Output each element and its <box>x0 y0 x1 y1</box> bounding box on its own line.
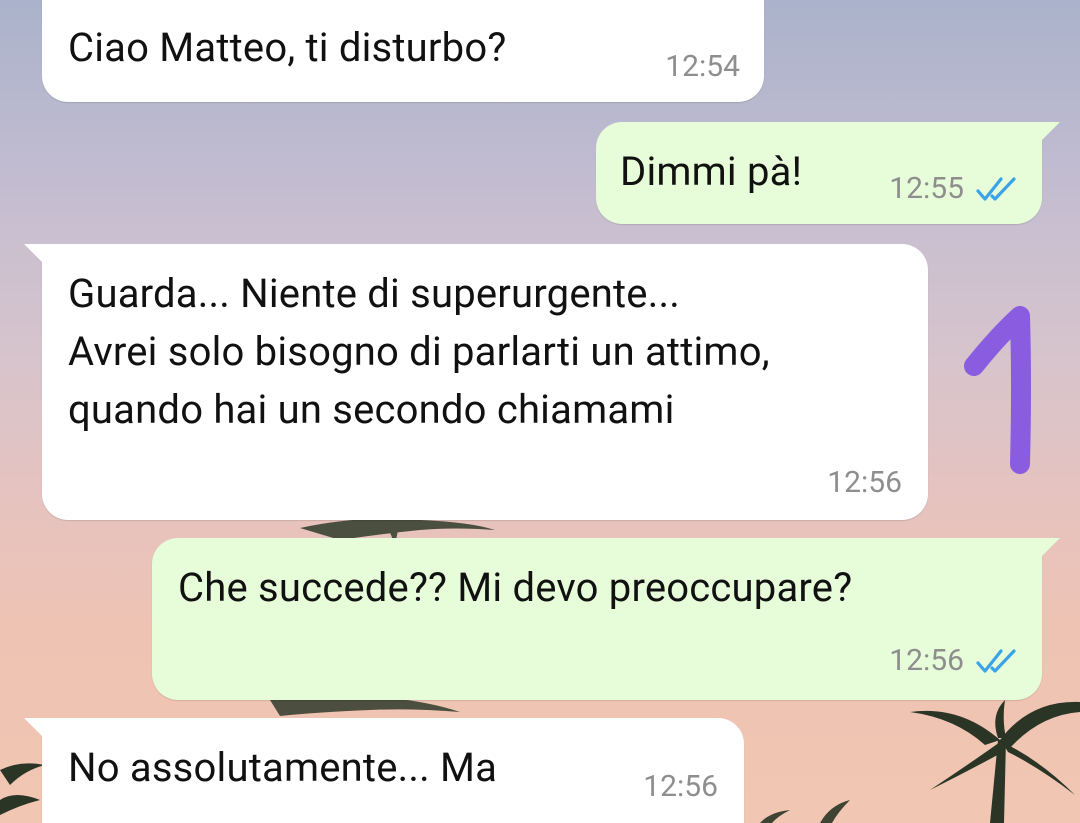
message-meta: 12:56 <box>827 466 902 500</box>
message-text: Dimmi pà! <box>620 148 803 195</box>
message-text: No assolutamente... Ma <box>68 744 498 791</box>
message-bubble-incoming[interactable]: No assolutamente... Ma 12:56 <box>24 718 744 823</box>
bubble-tail <box>24 718 46 740</box>
double-check-icon <box>976 177 1016 201</box>
annotation-number-one: 1 <box>964 306 1031 474</box>
chat-conversation: Ciao Matteo, ti disturbo? 12:54 Dimmi pà… <box>0 0 1080 823</box>
message-bubble-outgoing[interactable]: Che succede?? Mi devo preoccupare? 12:56 <box>152 538 1060 700</box>
message-timestamp: 12:56 <box>827 465 902 500</box>
message-timestamp: 12:55 <box>889 171 964 206</box>
message-text: Che succede?? Mi devo preoccupare? <box>178 564 853 611</box>
message-meta: 12:56 <box>643 770 718 804</box>
message-bubble-incoming[interactable]: Guarda... Niente di superurgente... Avre… <box>24 244 928 520</box>
bubble-tail <box>1038 122 1060 144</box>
bubble-tail <box>1038 538 1060 560</box>
message-bubble-outgoing[interactable]: Dimmi pà! 12:55 <box>596 122 1060 224</box>
message-meta: 12:56 <box>889 644 1020 678</box>
message-timestamp: 12:56 <box>643 769 718 804</box>
message-timestamp: 12:56 <box>889 643 964 678</box>
bubble-tail <box>24 244 46 266</box>
double-check-icon <box>976 649 1016 673</box>
message-line: Guarda... Niente di superurgente... <box>68 270 680 317</box>
message-meta: 12:54 <box>665 50 740 84</box>
message-text: Ciao Matteo, ti disturbo? <box>68 24 507 71</box>
message-meta: 12:55 <box>889 172 1020 206</box>
message-line: quando hai un secondo chiamami <box>68 386 675 433</box>
message-timestamp: 12:54 <box>665 49 740 84</box>
message-bubble-incoming[interactable]: Ciao Matteo, ti disturbo? 12:54 <box>42 0 764 102</box>
message-line: Avrei solo bisogno di parlarti un attimo… <box>68 328 770 375</box>
